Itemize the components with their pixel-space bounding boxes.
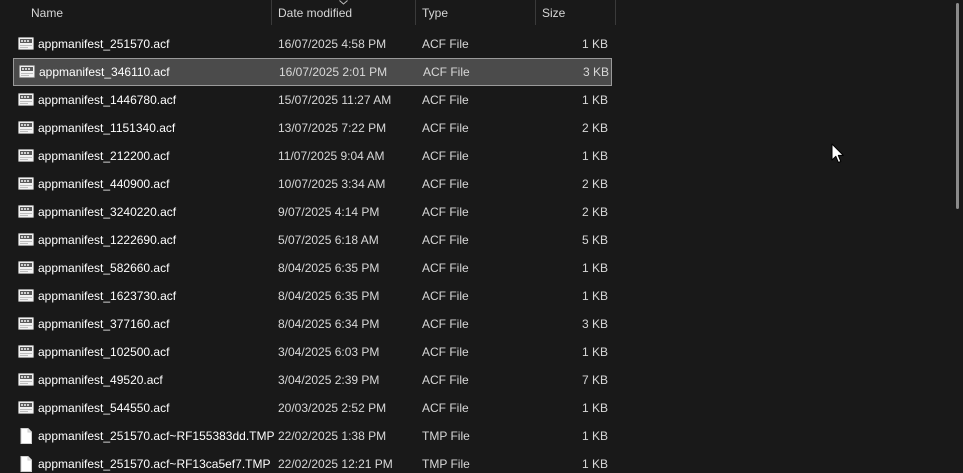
- file-row[interactable]: appmanifest_1222690.acf 5/07/2025 6:18 AM…: [0, 226, 640, 254]
- file-size: 1 KB: [581, 429, 608, 443]
- file-row[interactable]: appmanifest_1446780.acf 15/07/2025 11:27 …: [0, 86, 640, 114]
- file-row[interactable]: appmanifest_212200.acf 11/07/2025 9:04 AM…: [0, 142, 640, 170]
- file-row[interactable]: appmanifest_377160.acf 8/04/2025 6:34 PM A…: [0, 310, 640, 338]
- file-size: 1 KB: [581, 37, 608, 51]
- scrollbar-thumb[interactable]: [956, 3, 959, 209]
- sort-descending-icon: [339, 0, 348, 5]
- file-row[interactable]: appmanifest_544550.acf 20/03/2025 2:52 PM…: [0, 394, 640, 422]
- file-row[interactable]: appmanifest_251570.acf 16/07/2025 4:58 PM…: [0, 30, 640, 58]
- file-size: 1 KB: [581, 149, 608, 163]
- file-size: 1 KB: [581, 345, 608, 359]
- file-row-selected[interactable]: appmanifest_346110.acf 16/07/2025 2:01 PM…: [13, 58, 612, 86]
- file-size: 1 KB: [581, 93, 608, 107]
- file-row[interactable]: appmanifest_440900.acf 10/07/2025 3:34 AM…: [0, 170, 640, 198]
- file-size: 5 KB: [581, 233, 608, 247]
- file-size: 3 KB: [582, 65, 609, 79]
- column-divider[interactable]: [615, 0, 616, 25]
- file-row[interactable]: appmanifest_251570.acf~RF155383dd.TMP 22/…: [0, 422, 640, 450]
- vertical-scrollbar[interactable]: [951, 0, 963, 473]
- file-size: 1 KB: [581, 261, 608, 275]
- file-row[interactable]: appmanifest_102500.acf 3/04/2025 6:03 PM A…: [0, 338, 640, 366]
- column-header-size[interactable]: Size: [536, 0, 615, 25]
- file-size: 1 KB: [581, 401, 608, 415]
- column-header-bar: Name Date modified Type Size: [0, 0, 616, 25]
- file-list-pane: Name Date modified Type Size appmanifest…: [0, 0, 963, 473]
- file-size: 7 KB: [581, 373, 608, 387]
- file-row[interactable]: appmanifest_582660.acf 8/04/2025 6:35 PM A…: [0, 254, 640, 282]
- file-row[interactable]: appmanifest_251570.acf~RF13ca5ef7.TMP 22/…: [0, 450, 640, 473]
- mouse-pointer-icon: [831, 143, 844, 163]
- file-size: 3 KB: [581, 317, 608, 331]
- file-row[interactable]: appmanifest_1623730.acf 8/04/2025 6:35 PM…: [0, 282, 640, 310]
- file-row[interactable]: appmanifest_49520.acf 3/04/2025 2:39 PM AC…: [0, 366, 640, 394]
- file-row[interactable]: appmanifest_1151340.acf 13/07/2025 7:22 P…: [0, 114, 640, 142]
- column-header-name[interactable]: Name: [25, 0, 271, 25]
- file-size: 2 KB: [581, 121, 608, 135]
- file-size: 2 KB: [581, 177, 608, 191]
- column-header-type[interactable]: Type: [416, 0, 535, 25]
- file-size: 1 KB: [581, 457, 608, 471]
- file-size: 2 KB: [581, 205, 608, 219]
- file-size: 1 KB: [581, 289, 608, 303]
- file-list: appmanifest_251570.acf 16/07/2025 4:58 PM…: [0, 30, 640, 473]
- file-row[interactable]: appmanifest_3240220.acf 9/07/2025 4:14 PM…: [0, 198, 640, 226]
